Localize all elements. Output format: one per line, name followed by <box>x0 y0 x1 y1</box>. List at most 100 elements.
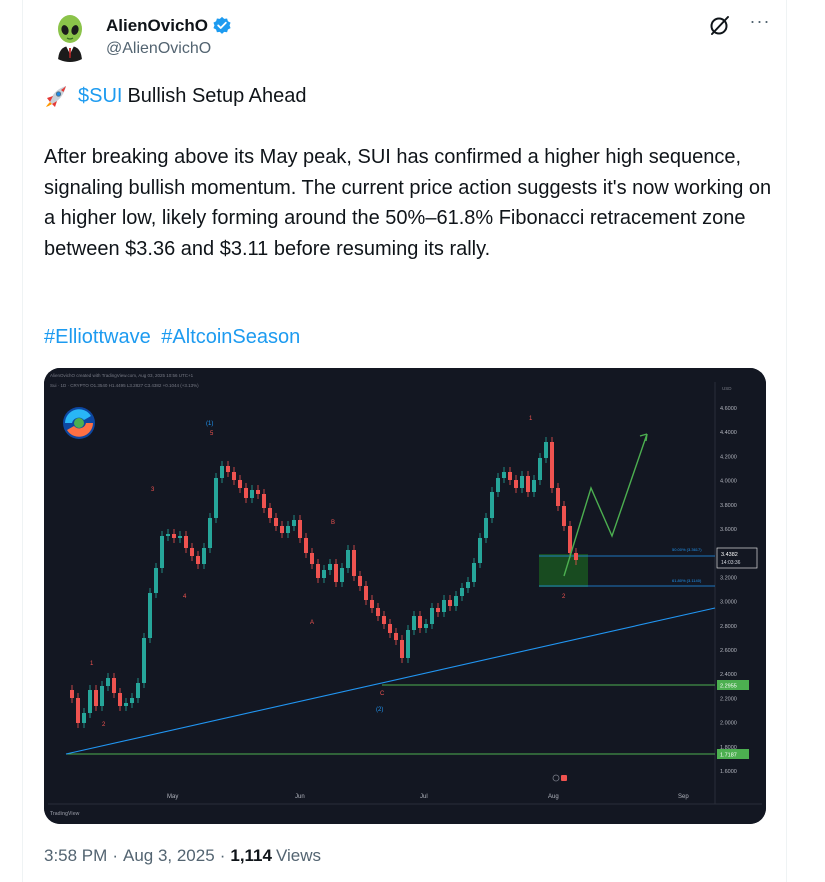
level-low-value: 1.7187 <box>720 753 737 759</box>
tweet-time[interactable]: 3:58 PM <box>44 846 107 866</box>
current-price: 3.4382 <box>721 552 738 558</box>
chart-image[interactable]: AlienOvichO created with TradingView.com… <box>44 368 766 824</box>
candle-body <box>442 600 446 612</box>
candle-body <box>310 553 314 564</box>
candle-body <box>376 608 380 616</box>
candle-body <box>256 490 260 494</box>
hashtag-row: #Elliottwave #AltcoinSeason <box>44 323 305 351</box>
candle-body <box>400 640 404 658</box>
user-handle[interactable]: @AlienOvichO <box>106 40 211 58</box>
tweet-date[interactable]: Aug 3, 2025 <box>123 846 215 866</box>
candle-body <box>478 538 482 563</box>
candle-body <box>346 550 350 568</box>
candle-body <box>322 570 326 578</box>
fib-618-label: 61.80% (3.1140) <box>672 578 702 583</box>
candle-body <box>508 472 512 480</box>
month-label: Jun <box>295 794 305 800</box>
candle-body <box>550 442 554 488</box>
fib-50-label: 50.00% (3.3617) <box>672 547 702 552</box>
price-tick-label: 4.2000 <box>720 454 737 460</box>
candle-body <box>568 526 572 553</box>
candle-body <box>298 520 302 538</box>
candle-body <box>502 472 506 478</box>
candle-body <box>316 564 320 578</box>
candle-body <box>532 480 536 492</box>
candle-body <box>448 600 452 606</box>
candle-body <box>160 536 164 568</box>
price-tick-label: 3.0000 <box>720 600 737 606</box>
month-label: Sep <box>678 794 689 800</box>
alien-avatar-icon <box>44 10 96 62</box>
avatar[interactable] <box>44 10 96 62</box>
title-text: Bullish Setup Ahead <box>127 85 307 107</box>
candle-body <box>118 693 122 706</box>
price-tick-label: 2.0000 <box>720 721 737 727</box>
candle-body <box>424 624 428 628</box>
price-tick-label: 2.2000 <box>720 696 737 702</box>
candle-body <box>394 633 398 640</box>
candle-body <box>250 490 254 498</box>
candle-body <box>466 582 470 588</box>
verified-badge-icon[interactable] <box>212 16 232 36</box>
candle-body <box>370 600 374 608</box>
hashtag-link[interactable]: #Elliottwave <box>44 326 151 348</box>
price-tick-label: 3.8000 <box>720 503 737 509</box>
fib-zone <box>539 554 588 587</box>
candle-body <box>238 480 242 488</box>
month-label: Jul <box>420 794 428 800</box>
candle-body <box>418 616 422 628</box>
candle-body <box>304 538 308 553</box>
candle-body <box>460 588 464 596</box>
candle-body <box>112 678 116 693</box>
candle-body <box>562 506 566 526</box>
candle-body <box>166 534 170 536</box>
candle-body <box>184 536 188 548</box>
price-tick-label: 2.8000 <box>720 624 737 630</box>
price-tick-label: 2.6000 <box>720 648 737 654</box>
candle-body <box>88 690 92 713</box>
candle-body <box>388 624 392 633</box>
candle-body <box>172 534 176 538</box>
hashtag-link[interactable]: #AltcoinSeason <box>161 326 300 348</box>
tradingview-watermark: TradingView <box>50 811 79 817</box>
display-name[interactable]: AlienOvichO <box>106 16 208 36</box>
wave-label: (2) <box>376 707 383 713</box>
candle-body <box>76 698 80 723</box>
tradingview-chart: AlienOvichO created with TradingView.com… <box>44 368 766 824</box>
candle-body <box>526 476 530 492</box>
candle-body <box>208 518 212 548</box>
timeline-border-left <box>22 0 23 882</box>
candle-body <box>70 690 74 698</box>
candle-body <box>454 596 458 606</box>
chart-logo-icon <box>63 407 95 439</box>
chart-symbol-text: Sui · 1D · CRYPTO O1.3540 H1.4495 L3.282… <box>50 383 199 388</box>
wave-label: (1) <box>206 421 213 427</box>
candle-body <box>544 442 548 458</box>
candle-body <box>274 518 278 526</box>
candle-body <box>196 556 200 564</box>
more-options-icon[interactable]: ··· <box>747 12 773 36</box>
candle-body <box>154 568 158 593</box>
price-tick-label: 4.6000 <box>720 406 737 412</box>
candle-body <box>244 488 248 498</box>
candle-body <box>214 478 218 518</box>
candle-body <box>340 568 344 582</box>
candle-body <box>382 616 386 624</box>
candle-body <box>106 678 110 686</box>
price-tick-label: 4.0000 <box>720 479 737 485</box>
candle-body <box>484 518 488 538</box>
candle-body <box>520 476 524 488</box>
views-count: 1,114 <box>230 846 272 865</box>
candle-body <box>334 564 338 582</box>
candle-body <box>406 630 410 658</box>
tweet-header: AlienOvichO @AlienOvichO ··· <box>44 8 774 68</box>
countdown: 14:03:36 <box>721 560 741 566</box>
candle-body <box>142 638 146 683</box>
candle-body <box>148 593 152 638</box>
level-high-value: 2.2955 <box>720 684 737 690</box>
month-label: May <box>167 794 178 800</box>
chart-header-text: AlienOvichO created with TradingView.com… <box>50 373 194 378</box>
candle-body <box>82 713 86 723</box>
cashtag-link[interactable]: $SUI <box>78 83 122 109</box>
grok-icon[interactable] <box>707 12 733 38</box>
